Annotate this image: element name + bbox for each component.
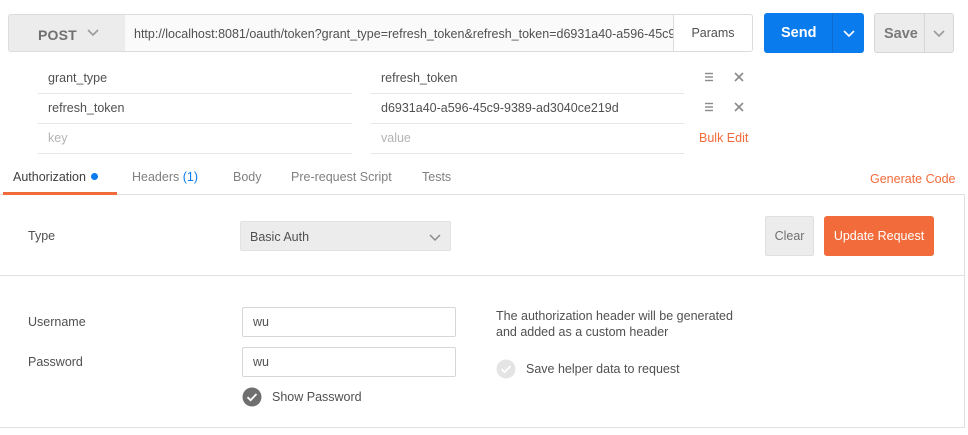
- close-icon[interactable]: [733, 71, 745, 83]
- update-request-button[interactable]: Update Request: [824, 216, 934, 256]
- param-value-input[interactable]: value: [371, 123, 684, 154]
- section-divider: [0, 275, 965, 276]
- param-row: refresh_token d6931a40-a596-45c9-9389-ad…: [0, 93, 968, 124]
- close-icon[interactable]: [733, 101, 745, 113]
- username-input[interactable]: [242, 307, 456, 337]
- method-select[interactable]: POST: [8, 14, 126, 52]
- auth-info-text: The authorization header will be generat…: [496, 308, 756, 340]
- tab-tests[interactable]: Tests: [422, 170, 451, 184]
- menu-lines-icon[interactable]: [703, 101, 715, 113]
- tab-authorization-label: Authorization: [13, 170, 86, 184]
- info-line: The authorization header will be generat…: [496, 309, 733, 323]
- save-divider: [924, 14, 925, 52]
- active-tab-indicator: [3, 192, 117, 195]
- panel-border: [964, 194, 965, 428]
- headers-count: (1): [182, 170, 199, 184]
- tab-authorization[interactable]: Authorization: [13, 170, 98, 184]
- check-circle-icon[interactable]: [496, 359, 516, 379]
- chevron-down-icon: [87, 29, 99, 37]
- value-placeholder: value: [381, 131, 411, 145]
- tab-prerequest-script[interactable]: Pre-request Script: [291, 170, 392, 184]
- param-key-input[interactable]: key: [38, 123, 352, 154]
- active-dot-icon: [90, 173, 98, 180]
- info-line: and added as a custom header: [496, 325, 669, 339]
- menu-lines-icon[interactable]: [703, 71, 715, 83]
- send-button[interactable]: Send: [764, 13, 864, 53]
- password-label: Password: [28, 355, 83, 369]
- param-value-field[interactable]: d6931a40-a596-45c9-9389-ad3040ce219d: [371, 93, 684, 124]
- auth-type-value: Basic Auth: [250, 230, 310, 244]
- username-label: Username: [28, 315, 86, 329]
- panel-border: [0, 427, 965, 428]
- password-input[interactable]: [242, 347, 456, 377]
- param-key: grant_type: [48, 71, 108, 85]
- save-helper-label: Save helper data to request: [526, 362, 680, 376]
- show-password-label: Show Password: [272, 390, 362, 404]
- key-placeholder: key: [48, 131, 68, 145]
- chevron-down-icon: [429, 234, 441, 242]
- bulk-edit-link[interactable]: Bulk Edit: [699, 131, 748, 145]
- chevron-down-icon[interactable]: [841, 25, 857, 41]
- param-value: d6931a40-a596-45c9-9389-ad3040ce219d: [381, 101, 619, 115]
- param-value-field[interactable]: refresh_token: [371, 63, 684, 94]
- chevron-down-icon[interactable]: [931, 25, 947, 41]
- send-label: Send: [781, 25, 817, 41]
- params-button[interactable]: Params: [673, 14, 753, 52]
- generate-code-link[interactable]: Generate Code: [870, 172, 955, 186]
- param-key: refresh_token: [48, 101, 125, 115]
- tab-body[interactable]: Body: [233, 170, 262, 184]
- save-button[interactable]: Save: [874, 13, 954, 53]
- url-input[interactable]: http://localhost:8081/oauth/token?grant_…: [125, 14, 673, 52]
- auth-type-select[interactable]: Basic Auth: [240, 221, 451, 251]
- param-key-field[interactable]: grant_type: [38, 63, 352, 94]
- param-key-field[interactable]: refresh_token: [38, 93, 352, 124]
- clear-button[interactable]: Clear: [765, 216, 814, 256]
- save-label: Save: [884, 26, 918, 42]
- tab-headers[interactable]: Headers (1): [132, 170, 198, 184]
- type-label: Type: [28, 229, 56, 243]
- send-divider: [832, 13, 833, 53]
- method-label: POST: [38, 27, 77, 43]
- tabs-divider: [0, 194, 965, 195]
- param-row: grant_type refresh_token: [0, 63, 968, 94]
- check-circle-icon[interactable]: [242, 387, 262, 407]
- tab-headers-label: Headers: [132, 170, 180, 184]
- url-text: http://localhost:8081/oauth/token?grant_…: [134, 27, 673, 41]
- param-row-new: key value Bulk Edit: [0, 123, 968, 154]
- param-value: refresh_token: [381, 71, 458, 85]
